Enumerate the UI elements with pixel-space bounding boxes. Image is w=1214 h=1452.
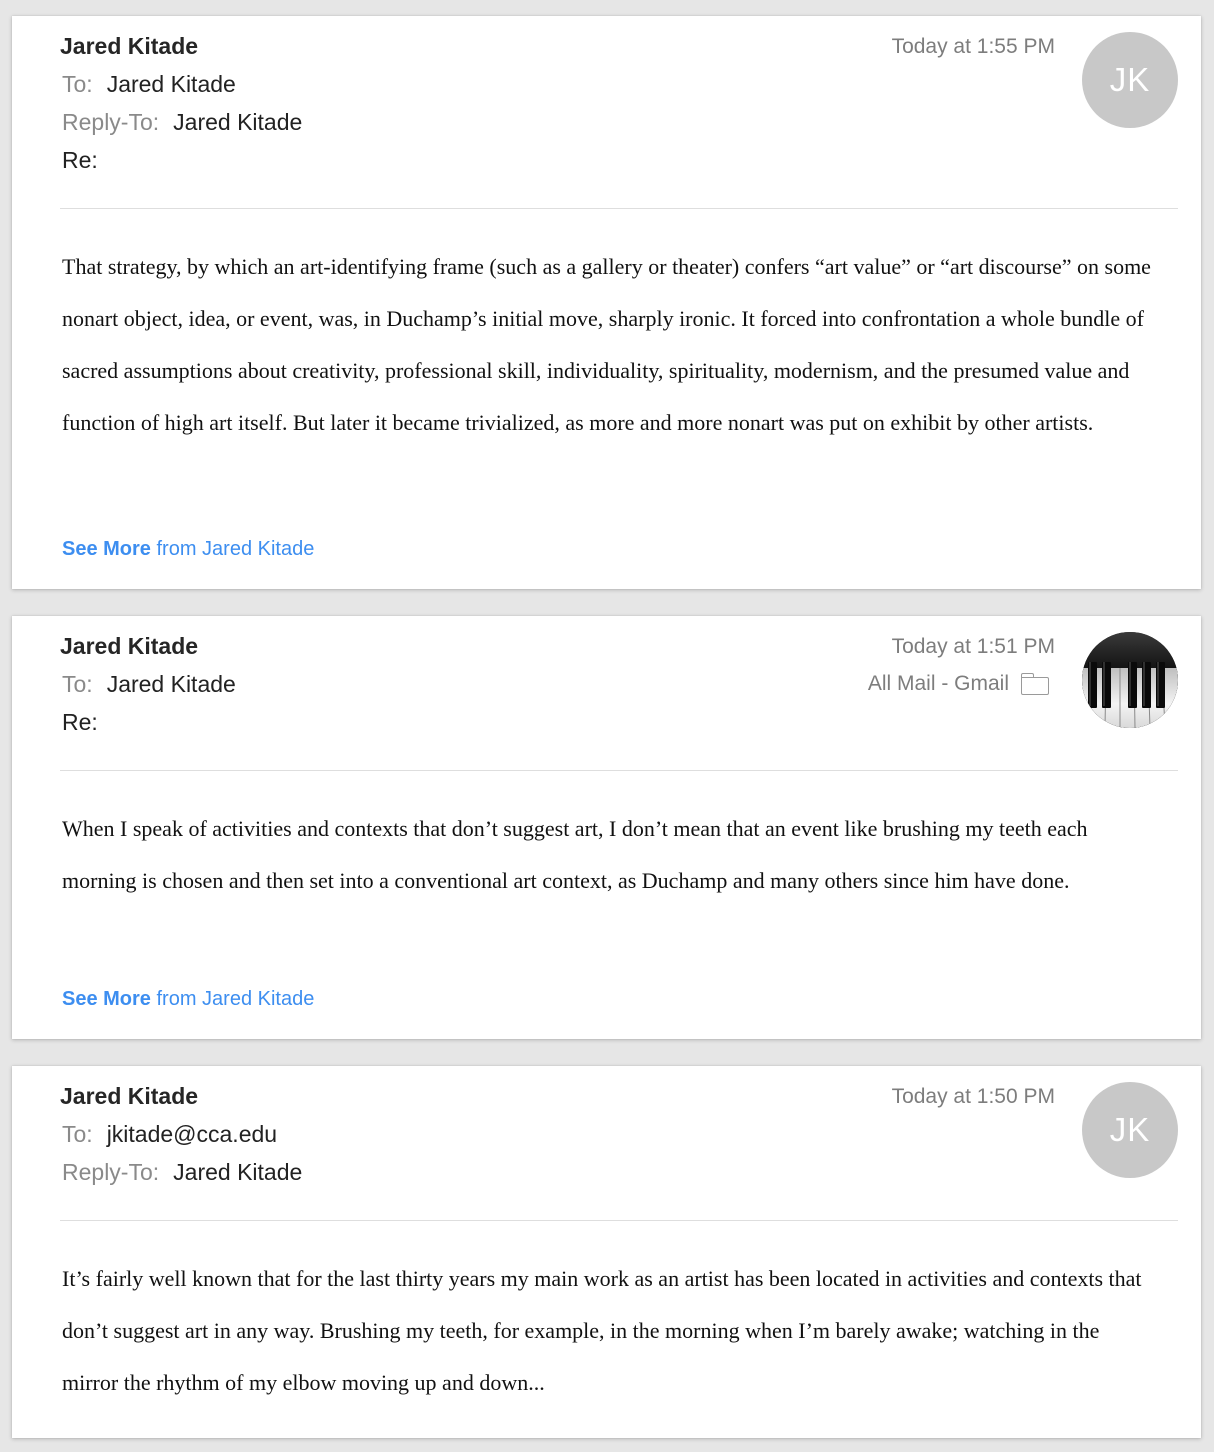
folder-icon[interactable] xyxy=(1021,673,1049,695)
to-line: To: jkitade@cca.edu xyxy=(62,1121,277,1148)
reply-to-line: Reply-To: Jared Kitade xyxy=(62,109,302,136)
message-card[interactable]: Jared Kitade Today at 1:50 PM JK To: jkit… xyxy=(12,1066,1201,1438)
to-recipient[interactable]: jkitade@cca.edu xyxy=(107,1121,277,1147)
sender-name: Jared Kitade xyxy=(60,33,199,59)
message-card[interactable]: Jared Kitade Today at 1:55 PM JK To: Jare… xyxy=(12,16,1201,589)
see-more-from[interactable]: from Jared Kitade xyxy=(157,538,315,560)
to-line: To: Jared Kitade xyxy=(62,71,236,98)
see-more-link[interactable]: See More from Jared Kitade xyxy=(62,538,314,561)
see-more-label[interactable]: See More xyxy=(62,988,151,1010)
message-date: Today at 1:55 PM xyxy=(891,35,1055,58)
avatar: JK xyxy=(1082,32,1178,128)
reply-to-recipient[interactable]: Jared Kitade xyxy=(173,1159,302,1185)
sender-name: Jared Kitade xyxy=(60,633,199,659)
to-line: To: Jared Kitade xyxy=(62,671,236,698)
header-divider xyxy=(60,208,1178,209)
header-divider xyxy=(60,770,1178,771)
subject-label: Re: xyxy=(62,147,98,173)
message-body: It’s fairly well known that for the last… xyxy=(62,1266,1142,1395)
mailbox-label[interactable]: All Mail - Gmail xyxy=(868,672,1009,696)
mailbox-location[interactable]: All Mail - Gmail xyxy=(868,672,1049,696)
message-card[interactable]: Jared Kitade Today at 1:51 PM All Mail -… xyxy=(12,616,1201,1039)
message-body: When I speak of activities and contexts … xyxy=(62,816,1088,893)
reply-to-line: Reply-To: Jared Kitade xyxy=(62,1159,302,1186)
to-label: To: xyxy=(62,71,93,97)
reply-to-label: Reply-To: xyxy=(62,109,160,135)
see-more-label[interactable]: See More xyxy=(62,538,151,560)
to-label: To: xyxy=(62,1121,93,1147)
to-recipient[interactable]: Jared Kitade xyxy=(107,71,236,97)
piano-keys-icon xyxy=(1082,632,1178,728)
subject-line: Re: xyxy=(62,709,98,736)
subject-line: Re: xyxy=(62,147,98,174)
avatar xyxy=(1082,632,1178,728)
see-more-link[interactable]: See More from Jared Kitade xyxy=(62,988,314,1011)
subject-label: Re: xyxy=(62,709,98,735)
see-more-from[interactable]: from Jared Kitade xyxy=(157,988,315,1010)
to-label: To: xyxy=(62,671,93,697)
to-recipient[interactable]: Jared Kitade xyxy=(107,671,236,697)
message-date: Today at 1:50 PM xyxy=(891,1085,1055,1108)
avatar: JK xyxy=(1082,1082,1178,1178)
message-body: That strategy, by which an art-identifyi… xyxy=(62,254,1151,435)
sender-name: Jared Kitade xyxy=(60,1083,199,1109)
message-date: Today at 1:51 PM xyxy=(891,635,1055,658)
reply-to-label: Reply-To: xyxy=(62,1159,160,1185)
header-divider xyxy=(60,1220,1178,1221)
reply-to-recipient[interactable]: Jared Kitade xyxy=(173,109,302,135)
